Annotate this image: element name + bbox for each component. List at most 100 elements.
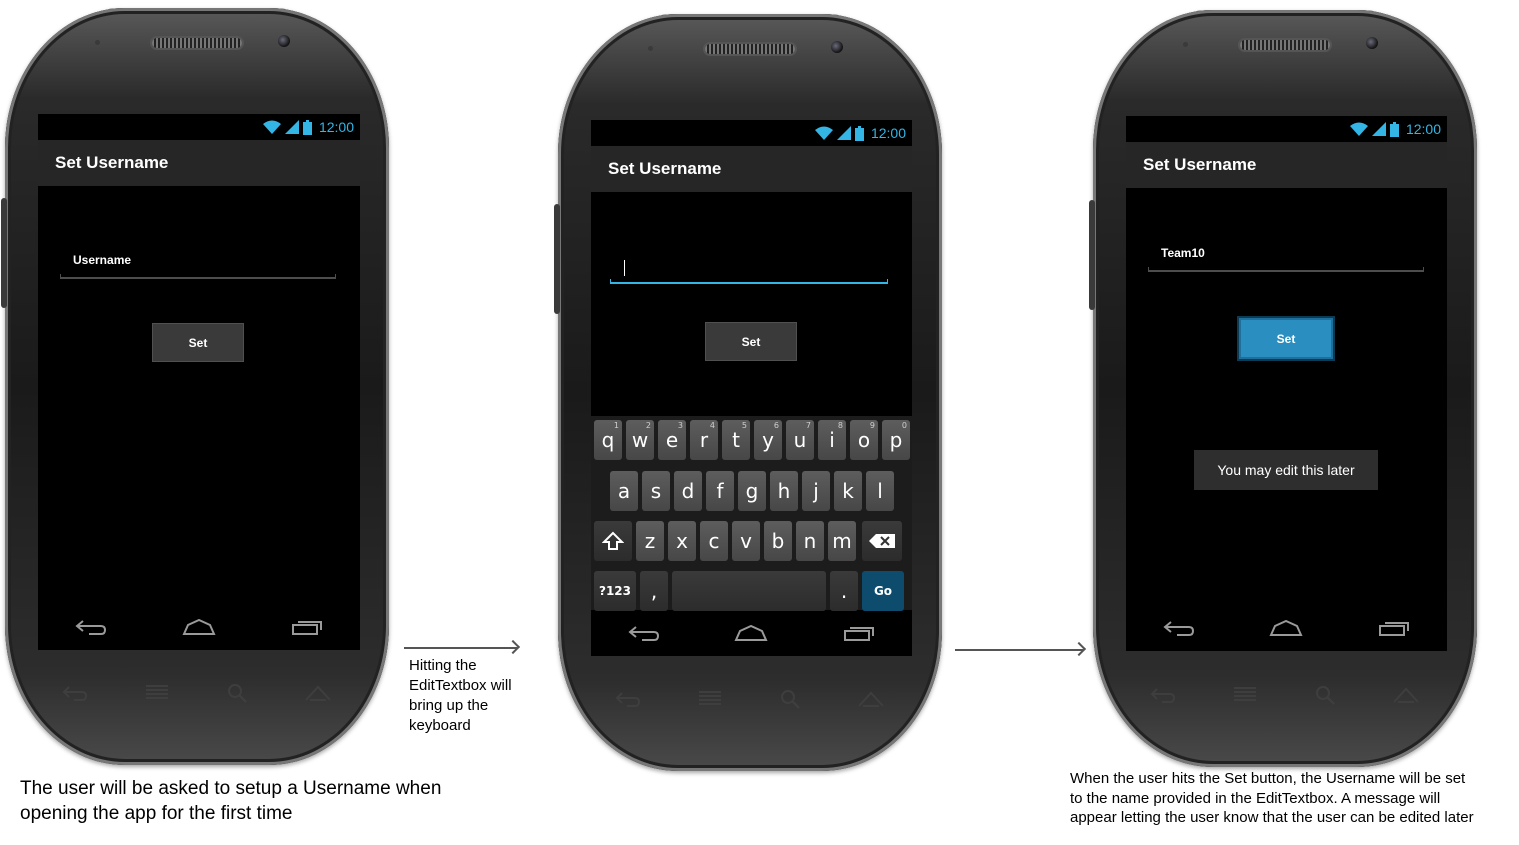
keyboard-row-1: 1q2w3e4r5t6y7u8i9o0p [594, 420, 910, 460]
hw-menu-icon[interactable] [1233, 686, 1257, 704]
key-j[interactable]: j [802, 471, 830, 511]
period-key[interactable]: . [830, 571, 858, 611]
front-camera [1366, 37, 1378, 49]
keyboard-row-4: ?123 , . Go [594, 571, 904, 611]
key-hint: 7 [805, 421, 811, 430]
back-icon[interactable] [1163, 620, 1195, 636]
key-label: u [793, 428, 807, 452]
action-bar: Set Username [38, 140, 360, 186]
key-x[interactable]: x [668, 521, 696, 561]
phone-1: 12:00 Set Username Username Set [1, 8, 389, 765]
key-h[interactable]: h [770, 471, 798, 511]
key-hint: 0 [901, 421, 907, 430]
key-k[interactable]: k [834, 471, 862, 511]
keyboard-row-2: asdfghjkl [610, 471, 894, 511]
key-r[interactable]: 4r [690, 420, 718, 460]
signal-icon [836, 126, 851, 140]
status-time: 12:00 [1405, 121, 1441, 137]
earpiece-speaker [1240, 40, 1330, 50]
key-c[interactable]: c [700, 521, 728, 561]
volume-button [1089, 200, 1095, 310]
key-a[interactable]: a [610, 471, 638, 511]
page-title: Set Username [1143, 155, 1257, 174]
key-u[interactable]: 7u [786, 420, 814, 460]
go-key[interactable]: Go [862, 571, 904, 611]
home-icon[interactable] [1269, 620, 1304, 636]
hw-back-icon[interactable] [615, 691, 641, 707]
key-y[interactable]: 6y [754, 420, 782, 460]
username-input[interactable]: Team10 [1148, 238, 1424, 272]
wifi-icon [814, 126, 833, 140]
flow-arrow-1 [404, 647, 517, 649]
recent-apps-icon[interactable] [1378, 620, 1410, 636]
hw-home-icon[interactable] [1392, 686, 1420, 704]
key-i[interactable]: 8i [818, 420, 846, 460]
key-label: i [829, 428, 835, 452]
recent-apps-icon[interactable] [843, 625, 875, 641]
recent-apps-icon[interactable] [291, 619, 323, 635]
key-g[interactable]: g [738, 471, 766, 511]
hw-back-icon[interactable] [1150, 687, 1176, 703]
nav-bar [591, 610, 912, 656]
key-o[interactable]: 9o [850, 420, 878, 460]
hw-search-icon[interactable] [227, 683, 247, 703]
key-d[interactable]: d [674, 471, 702, 511]
hw-search-icon[interactable] [780, 689, 800, 709]
key-q[interactable]: 1q [594, 420, 622, 460]
key-t[interactable]: 5t [722, 420, 750, 460]
shift-key[interactable] [594, 521, 632, 561]
key-f[interactable]: f [706, 471, 734, 511]
key-b[interactable]: b [764, 521, 792, 561]
backspace-key[interactable] [862, 521, 902, 561]
hw-home-icon[interactable] [304, 684, 332, 702]
set-button[interactable]: Set [152, 323, 244, 362]
space-key[interactable] [672, 571, 826, 611]
status-bar: 12:00 [591, 120, 912, 146]
key-n[interactable]: n [796, 521, 824, 561]
key-label: e [665, 428, 679, 452]
back-icon[interactable] [628, 625, 660, 641]
hw-back-icon[interactable] [62, 685, 88, 701]
phone-3: 12:00 Set Username Team10 Set You may ed… [1089, 10, 1477, 767]
key-label: o [857, 428, 871, 452]
key-l[interactable]: l [866, 471, 894, 511]
home-icon[interactable] [182, 619, 216, 635]
hw-home-icon[interactable] [857, 690, 885, 708]
wifi-icon [1349, 122, 1368, 136]
flow-arrow-2 [955, 649, 1083, 651]
caption-line: Hitting the [409, 657, 477, 674]
signal-icon [1371, 122, 1386, 136]
key-m[interactable]: m [828, 521, 856, 561]
key-hint: 5 [741, 421, 747, 430]
text-cursor [624, 260, 625, 276]
key-e[interactable]: 3e [658, 420, 686, 460]
set-button[interactable]: Set [705, 322, 797, 361]
home-icon[interactable] [734, 625, 769, 641]
status-time: 12:00 [870, 125, 906, 141]
key-p[interactable]: 0p [882, 420, 910, 460]
username-input[interactable] [610, 250, 888, 284]
volume-button [554, 204, 560, 314]
key-hint: 6 [773, 421, 779, 430]
key-v[interactable]: v [732, 521, 760, 561]
key-s[interactable]: s [642, 471, 670, 511]
action-bar: Set Username [1126, 142, 1447, 188]
front-camera [831, 41, 843, 53]
username-input-hint: Username [73, 253, 132, 267]
username-input[interactable]: Username [60, 245, 336, 279]
key-hint: 9 [869, 421, 875, 430]
set-button[interactable]: Set [1239, 318, 1333, 359]
hw-menu-icon[interactable] [698, 690, 722, 708]
symbols-key[interactable]: ?123 [594, 571, 636, 611]
comma-key[interactable]: , [640, 571, 668, 611]
hw-menu-icon[interactable] [145, 684, 169, 702]
front-camera [278, 35, 290, 47]
back-icon[interactable] [75, 619, 107, 635]
battery-icon [854, 125, 864, 141]
hw-search-icon[interactable] [1315, 685, 1335, 705]
hardware-keys [62, 678, 332, 708]
key-w[interactable]: 2w [626, 420, 654, 460]
key-z[interactable]: z [636, 521, 664, 561]
key-hint: 4 [709, 421, 715, 430]
caption-line: opening the app for the first time [20, 803, 293, 824]
